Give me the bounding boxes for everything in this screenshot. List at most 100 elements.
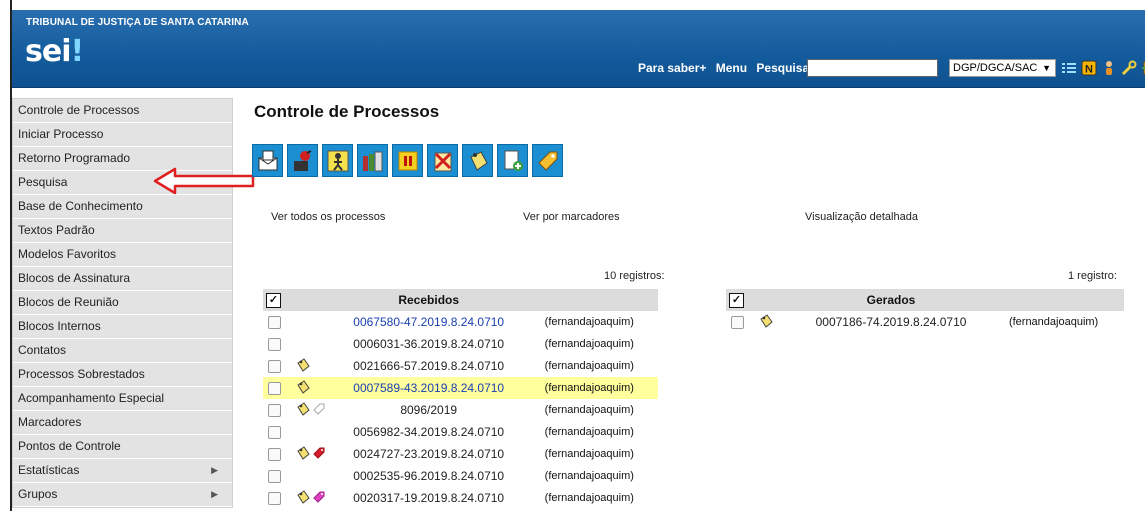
marker-red-icon[interactable] [312,446,326,463]
annotation-icon[interactable] [296,401,310,419]
assigned-user[interactable]: (fernandajoaquim) [545,448,634,460]
sidebar-item-processos-sobrestados[interactable]: Processos Sobrestados [13,363,232,387]
exit-icon[interactable] [1141,60,1145,76]
generated-count: 1 registro: [1068,270,1117,282]
annotation-icon[interactable] [296,379,310,397]
annotation-button[interactable] [462,144,493,177]
include-document-button[interactable] [497,144,528,177]
sidebar-item-label: Retorno Programado [18,151,131,165]
sobrestar-button[interactable] [357,144,388,177]
process-link[interactable]: 0006031-36.2019.8.24.0710 [353,337,504,351]
note-n-icon[interactable]: N [1081,60,1097,76]
row-checkbox[interactable] [268,469,281,483]
assigned-user[interactable]: (fernandajoaquim) [545,492,634,504]
row-icons-cell [759,311,799,333]
sidebar-item-base-de-conhecimento[interactable]: Base de Conhecimento [13,195,232,219]
row-icons-cell [295,377,337,399]
svg-text:N: N [1085,64,1093,76]
chevron-down-icon: ▼ [1042,63,1051,73]
row-checkbox[interactable] [268,491,281,505]
menu-link[interactable]: Menu [716,61,747,75]
marker-empty-icon[interactable] [312,402,326,419]
marker-icon [537,151,557,171]
annotation-icon[interactable] [759,313,773,331]
assigned-user[interactable]: (fernandajoaquim) [545,404,634,416]
marker-pink-icon[interactable] [312,490,326,507]
sidebar-item-iniciar-processo[interactable]: Iniciar Processo [13,123,232,147]
received-table-body: 0067580-47.2019.8.24.0710 (fernandajoaqui… [263,311,658,509]
process-link[interactable]: 0020317-19.2019.8.24.0710 [353,491,504,505]
para-saber-link[interactable]: Para saber+ [638,61,706,75]
sidebar-item-marcadores[interactable]: Marcadores [13,411,232,435]
send-process-button[interactable] [252,144,283,177]
assigned-user[interactable]: (fernandajoaquim) [545,338,634,350]
process-number-cell: 8096/2019 [337,399,521,421]
row-checkbox[interactable] [268,337,281,351]
assign-process-button[interactable] [322,144,353,177]
sidebar-item-label: Marcadores [18,415,82,429]
unit-select[interactable]: DGP/DGCA/SAC ▼ [949,59,1056,77]
generated-select-all[interactable]: ✓ [726,289,759,311]
update-progress-button[interactable] [287,144,318,177]
row-icons-cell [296,311,337,333]
user-icon[interactable] [1101,60,1117,76]
sidebar-item-blocos-de-assinatura[interactable]: Blocos de Assinatura [13,267,232,291]
assigned-user[interactable]: (fernandajoaquim) [1009,316,1098,328]
marker-button[interactable] [532,144,563,177]
table-row: 8096/2019 (fernandajoaquim) [263,399,658,421]
sidebar-item-label: Pontos de Controle [18,439,121,453]
table-row: 0007186-74.2019.8.24.0710 (fernandajoaqui… [726,311,1124,333]
send-process-icon [258,150,277,170]
annotation-icon[interactable] [296,489,310,507]
row-checkbox[interactable] [268,359,281,373]
sidebar-item-textos-padrao[interactable]: Textos Padrão [13,219,232,243]
sidebar-item-controle-de-processos[interactable]: Controle de Processos [13,99,232,123]
process-link[interactable]: 0056982-34.2019.8.24.0710 [353,425,504,439]
view-all-link[interactable]: Ver todos os processos [271,211,385,223]
row-checkbox[interactable] [731,315,744,329]
sidebar-item-label: Blocos de Reunião [18,295,119,309]
process-number-cell: 0006031-36.2019.8.24.0710 [337,333,521,355]
row-checkbox[interactable] [268,447,281,461]
sidebar-item-acompanhamento-especial[interactable]: Acompanhamento Especial [13,387,232,411]
generated-table-body: 0007186-74.2019.8.24.0710 (fernandajoaqui… [726,311,1124,333]
page-title: Controle de Processos [254,102,440,121]
row-checkbox[interactable] [268,425,281,439]
tools-icon[interactable] [1121,60,1137,76]
row-checkbox-cell [263,465,296,487]
sidebar-item-contatos[interactable]: Contatos [13,339,232,363]
assigned-user[interactable]: (fernandajoaquim) [545,316,634,328]
assigned-user[interactable]: (fernandajoaquim) [545,382,634,394]
process-link[interactable]: 0067580-47.2019.8.24.0710 [353,315,504,329]
process-link[interactable]: 0021666-57.2019.8.24.0710 [353,359,504,373]
list-icon[interactable] [1061,60,1077,76]
sidebar-item-pontos-de-controle[interactable]: Pontos de Controle [13,435,232,459]
received-select-all[interactable]: ✓ [263,289,296,311]
process-link[interactable]: 0024727-23.2019.8.24.0710 [353,447,504,461]
sidebar-item-modelos-favoritos[interactable]: Modelos Favoritos [13,243,232,267]
process-link[interactable]: 0007589-43.2019.8.24.0710 [353,381,504,395]
cancel-button[interactable] [427,144,458,177]
row-checkbox[interactable] [268,403,281,417]
search-input[interactable] [807,59,938,77]
sidebar-item-label: Controle de Processos [18,103,140,117]
row-checkbox[interactable] [268,381,281,395]
process-link[interactable]: 8096/2019 [400,403,457,417]
annotation-icon[interactable] [296,445,310,463]
assigned-user[interactable]: (fernandajoaquim) [545,470,634,482]
assigned-user[interactable]: (fernandajoaquim) [545,426,634,438]
sidebar-item-estatisticas[interactable]: Estatísticas ▶ [13,459,232,483]
sidebar-item-blocos-internos[interactable]: Blocos Internos [13,315,232,339]
sidebar-item-blocos-de-reuniao[interactable]: Blocos de Reunião [13,291,232,315]
process-link[interactable]: 0002535-96.2019.8.24.0710 [353,469,504,483]
annotation-icon[interactable] [296,357,310,375]
conclude-process-button[interactable] [392,144,423,177]
sidebar-item-grupos[interactable]: Grupos ▶ [13,483,232,507]
row-checkbox[interactable] [268,315,281,329]
assigned-user[interactable]: (fernandajoaquim) [545,360,634,372]
sei-logo[interactable]: sei! [25,34,84,69]
view-by-marker-link[interactable]: Ver por marcadores [523,211,620,223]
process-link[interactable]: 0007186-74.2019.8.24.0710 [816,315,967,329]
pesquisa-link[interactable]: Pesquisa [756,61,809,75]
detailed-view-link[interactable]: Visualização detalhada [805,211,918,223]
